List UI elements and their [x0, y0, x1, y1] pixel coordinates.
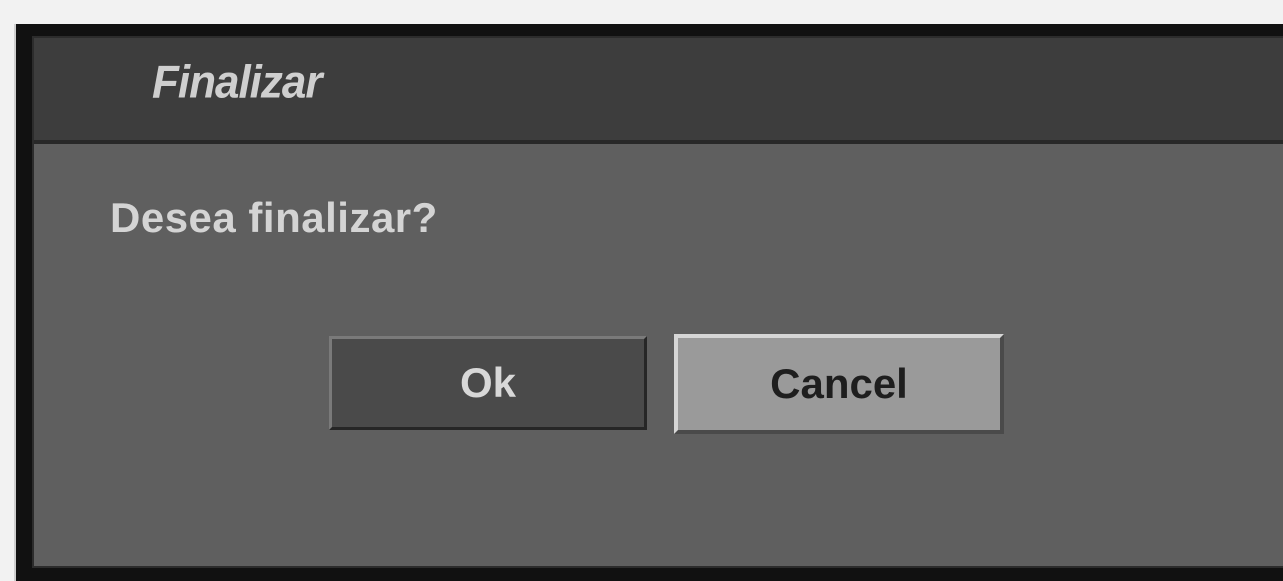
dialog-title-bar: Finalizar — [34, 38, 1283, 144]
confirmation-message: Desea finalizar? — [110, 194, 438, 241]
cancel-button[interactable]: Cancel — [674, 334, 1004, 434]
ok-button-label: Ok — [459, 359, 517, 406]
dialog-title: Finalizar — [152, 56, 322, 109]
ok-button[interactable]: Ok — [329, 336, 647, 430]
dialog-body: Desea finalizar? Ok Cancel — [34, 144, 1283, 566]
finalize-dialog: Finalizar Desea finalizar? Ok Cancel — [32, 36, 1283, 568]
screen-frame: Finalizar Desea finalizar? Ok Cancel — [14, 24, 1283, 581]
cancel-button-label: Cancel — [770, 360, 908, 407]
